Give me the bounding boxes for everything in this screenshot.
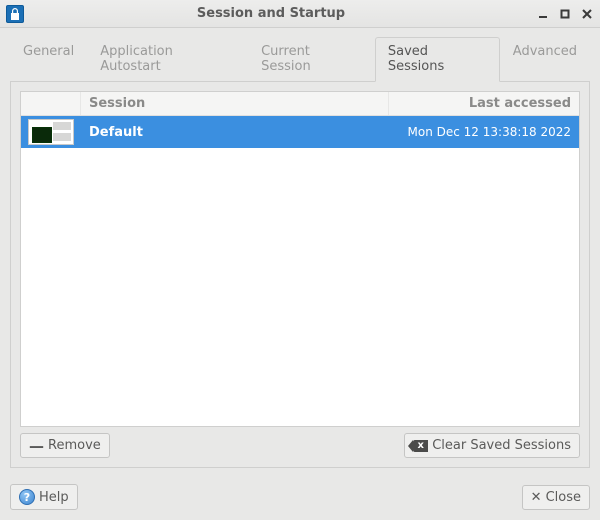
close-icon: ✕	[531, 490, 542, 505]
window-close-button[interactable]	[580, 7, 594, 21]
close-button-label: Close	[546, 490, 581, 505]
help-button[interactable]: ? Help	[10, 484, 78, 510]
tab-bar: General Application Autostart Current Se…	[10, 36, 590, 82]
content-area: General Application Autostart Current Se…	[0, 28, 600, 478]
help-button-label: Help	[39, 490, 69, 505]
table-row[interactable]: Default Mon Dec 12 13:38:18 2022	[21, 116, 579, 148]
window-title: Session and Startup	[6, 6, 536, 21]
window-controls	[536, 7, 594, 21]
session-thumbnail	[21, 116, 81, 148]
tab-general[interactable]: General	[10, 37, 87, 82]
help-icon: ?	[19, 489, 35, 505]
list-header: Session Last accessed	[21, 92, 579, 116]
backspace-icon: x	[413, 440, 428, 452]
minus-icon: —	[29, 441, 44, 451]
minimize-button[interactable]	[536, 7, 550, 21]
clear-saved-sessions-button[interactable]: x Clear Saved Sessions	[404, 433, 580, 458]
maximize-button[interactable]	[558, 7, 572, 21]
column-header-last-accessed[interactable]: Last accessed	[389, 92, 579, 115]
remove-button-label: Remove	[48, 438, 101, 453]
session-name: Default	[81, 125, 389, 140]
saved-sessions-panel: Session Last accessed Default Mon Dec 12…	[10, 82, 590, 468]
tab-saved-sessions[interactable]: Saved Sessions	[375, 37, 500, 82]
clear-button-label: Clear Saved Sessions	[432, 438, 571, 453]
close-button[interactable]: ✕ Close	[522, 485, 590, 510]
column-header-icon[interactable]	[21, 92, 81, 115]
list-body[interactable]: Default Mon Dec 12 13:38:18 2022	[21, 116, 579, 426]
sessions-list: Session Last accessed Default Mon Dec 12…	[20, 91, 580, 427]
column-header-session[interactable]: Session	[81, 92, 389, 115]
titlebar: Session and Startup	[0, 0, 600, 28]
tab-application-autostart[interactable]: Application Autostart	[87, 37, 248, 82]
dialog-footer: ? Help ✕ Close	[0, 478, 600, 520]
panel-actions: — Remove x Clear Saved Sessions	[20, 433, 580, 458]
session-last-accessed: Mon Dec 12 13:38:18 2022	[389, 125, 579, 139]
tab-current-session[interactable]: Current Session	[248, 37, 375, 82]
thumbnail-icon	[28, 119, 74, 145]
tab-advanced[interactable]: Advanced	[500, 37, 590, 82]
remove-button[interactable]: — Remove	[20, 433, 110, 458]
